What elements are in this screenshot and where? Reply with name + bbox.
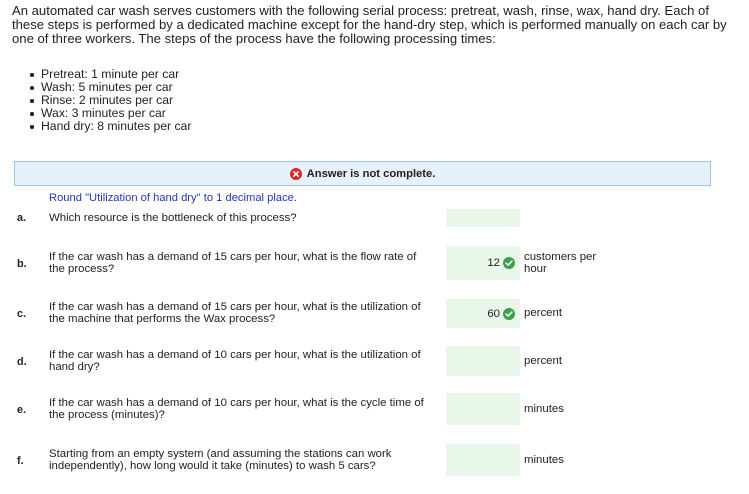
unit-label-d: percent xyxy=(524,355,562,367)
processing-times-list: Pretreat: 1 minute per car Wash: 5 minut… xyxy=(27,68,191,133)
question-a-text: Which resource is the bottleneck of this… xyxy=(49,212,297,224)
question-letter-c: c. xyxy=(17,308,27,320)
question-letter-d: d. xyxy=(17,356,27,368)
answer-value: 60 xyxy=(487,307,500,320)
checkmark-icon xyxy=(503,307,515,320)
unit-label-b: customers per hour xyxy=(524,251,597,275)
banner-text: Answer is not complete. xyxy=(306,167,436,180)
answer-field-e[interactable] xyxy=(446,393,520,425)
answer-value: 12 xyxy=(487,257,500,269)
rounding-instruction: Round "Utilization of hand dry" to 1 dec… xyxy=(49,192,297,204)
list-item: Hand dry: 8 minutes per car xyxy=(27,120,191,133)
x-circle-icon xyxy=(289,167,302,180)
question-e-text: If the car wash has a demand of 10 cars … xyxy=(49,397,424,421)
answer-field-a[interactable] xyxy=(446,209,520,227)
checkmark-icon xyxy=(503,257,515,269)
question-c-text: If the car wash has a demand of 15 cars … xyxy=(49,301,421,325)
question-letter-e: e. xyxy=(17,404,27,416)
problem-statement: An automated car wash serves customers w… xyxy=(12,3,727,46)
question-b-text: If the car wash has a demand of 15 cars … xyxy=(49,251,417,275)
answer-status-banner: Answer is not complete. xyxy=(14,161,711,186)
answer-field-f[interactable] xyxy=(446,444,520,476)
question-f-text: Starting from an empty system (and assum… xyxy=(49,448,392,472)
unit-label-f: minutes xyxy=(524,454,564,466)
answer-field-d[interactable] xyxy=(446,346,520,376)
answer-field-c[interactable]: 60 xyxy=(446,299,520,328)
question-letter-f: f. xyxy=(17,455,24,467)
answer-field-b[interactable]: 12 xyxy=(446,246,520,280)
question-letter-b: b. xyxy=(17,258,27,270)
unit-label-e: minutes xyxy=(524,403,564,415)
question-letter-a: a. xyxy=(17,212,27,224)
unit-label-c: percent xyxy=(524,307,562,319)
question-d-text: If the car wash has a demand of 10 cars … xyxy=(49,349,421,373)
